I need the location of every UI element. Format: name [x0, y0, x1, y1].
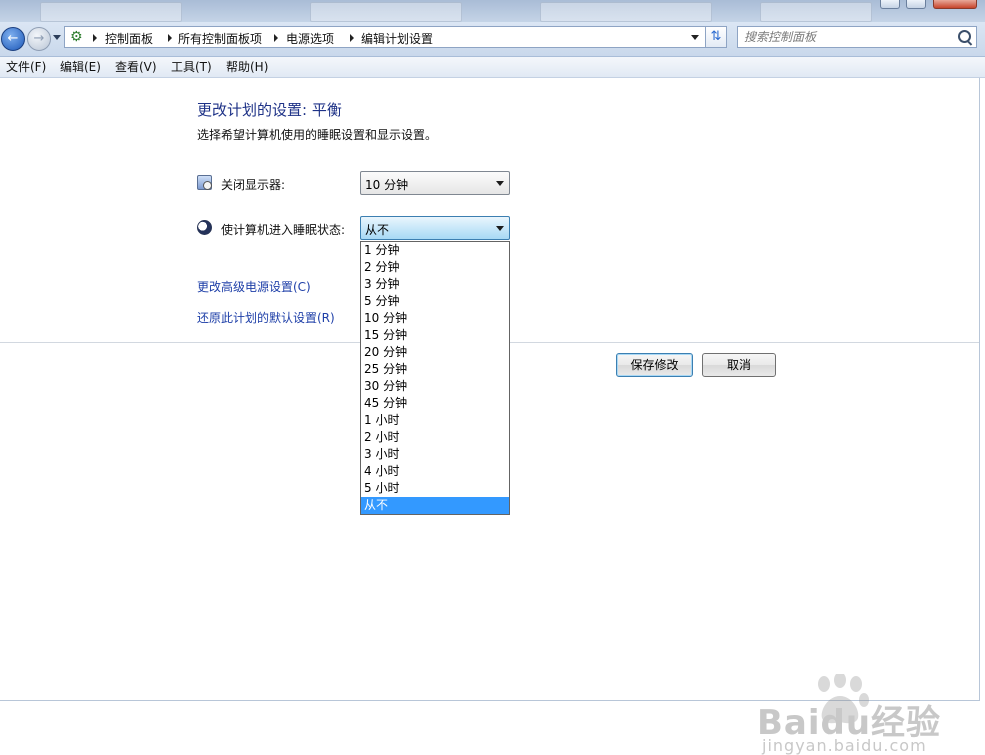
- menu-edit[interactable]: 编辑(E): [60, 59, 101, 75]
- menu-bar: 文件(F) 编辑(E) 查看(V) 工具(T) 帮助(H): [0, 57, 985, 78]
- sleep-option[interactable]: 20 分钟: [361, 344, 509, 361]
- sleep-option[interactable]: 5 分钟: [361, 293, 509, 310]
- advanced-power-settings-link[interactable]: 更改高级电源设置(C): [197, 278, 311, 295]
- background-window-tab[interactable]: [760, 2, 872, 22]
- breadcrumb-item[interactable]: 控制面板: [105, 30, 153, 47]
- display-off-value: 10 分钟: [365, 178, 409, 192]
- back-button[interactable]: ←: [1, 27, 25, 51]
- maximize-button[interactable]: [906, 0, 926, 9]
- sleep-option[interactable]: 1 分钟: [361, 242, 509, 259]
- sleep-option[interactable]: 从不: [361, 497, 509, 514]
- breadcrumb-item[interactable]: 编辑计划设置: [361, 30, 433, 47]
- display-off-label: 关闭显示器:: [221, 178, 286, 192]
- sleep-option[interactable]: 3 分钟: [361, 276, 509, 293]
- refresh-button[interactable]: ⇅: [705, 26, 727, 48]
- refresh-icon: ⇅: [710, 29, 722, 44]
- page-title: 更改计划的设置: 平衡: [197, 101, 342, 119]
- sleep-option[interactable]: 2 分钟: [361, 259, 509, 276]
- sleep-option[interactable]: 3 小时: [361, 446, 509, 463]
- address-history-chevron-icon[interactable]: [691, 35, 699, 40]
- background-window-tab[interactable]: [40, 2, 182, 22]
- sleep-dropdown-list: 1 分钟 2 分钟 3 分钟 5 分钟 10 分钟 15 分钟 20 分钟 25 分钟 30 分…: [360, 241, 510, 515]
- search-input[interactable]: [744, 29, 949, 45]
- recent-pages-chevron-icon[interactable]: [53, 35, 61, 40]
- menu-view[interactable]: 查看(V): [115, 59, 157, 75]
- control-panel-icon: ⚙: [70, 29, 83, 45]
- sleep-option[interactable]: 5 小时: [361, 480, 509, 497]
- sleep-option[interactable]: 4 小时: [361, 463, 509, 480]
- chevron-down-icon: [496, 226, 504, 231]
- menu-help[interactable]: 帮助(H): [226, 59, 268, 75]
- sleep-option[interactable]: 15 分钟: [361, 327, 509, 344]
- search-icon[interactable]: [958, 30, 971, 43]
- breadcrumb-item[interactable]: 电源选项: [286, 30, 334, 47]
- address-bar: ← → ⚙ 控制面板 所有控制面板项 电源选项 编辑计划设置 ⇅: [0, 22, 985, 57]
- sleep-option[interactable]: 30 分钟: [361, 378, 509, 395]
- cancel-button[interactable]: 取消: [702, 353, 776, 377]
- menu-file[interactable]: 文件(F): [6, 59, 46, 75]
- background-window-tab[interactable]: [310, 2, 462, 22]
- save-button[interactable]: 保存修改: [616, 353, 693, 377]
- close-button[interactable]: [933, 0, 977, 9]
- monitor-power-icon: [197, 175, 212, 190]
- breadcrumb-separator-icon[interactable]: [274, 34, 278, 42]
- moon-sleep-icon: [197, 220, 212, 235]
- sleep-option[interactable]: 1 小时: [361, 412, 509, 429]
- minimize-button[interactable]: [880, 0, 900, 9]
- sleep-label: 使计算机进入睡眠状态:: [221, 223, 346, 237]
- search-box[interactable]: [737, 26, 977, 48]
- menu-tools[interactable]: 工具(T): [171, 59, 212, 75]
- sleep-option[interactable]: 25 分钟: [361, 361, 509, 378]
- taskbar-strip: [0, 0, 985, 22]
- breadcrumb-separator-icon[interactable]: [93, 34, 97, 42]
- sleep-option[interactable]: 2 小时: [361, 429, 509, 446]
- breadcrumb-item[interactable]: 所有控制面板项: [178, 30, 262, 47]
- sleep-option[interactable]: 45 分钟: [361, 395, 509, 412]
- sleep-select[interactable]: 从不: [360, 216, 510, 240]
- forward-button[interactable]: →: [27, 27, 51, 51]
- breadcrumb-separator-icon[interactable]: [168, 34, 172, 42]
- restore-defaults-link[interactable]: 还原此计划的默认设置(R): [197, 309, 335, 326]
- watermark-url: jingyan.baidu.com: [762, 736, 927, 755]
- page-subtitle: 选择希望计算机使用的睡眠设置和显示设置。: [197, 128, 438, 142]
- sleep-value: 从不: [365, 223, 390, 237]
- chevron-down-icon: [496, 181, 504, 186]
- arrow-left-icon: ←: [7, 31, 19, 46]
- sleep-option[interactable]: 10 分钟: [361, 310, 509, 327]
- arrow-right-icon: →: [33, 31, 45, 46]
- display-off-select[interactable]: 10 分钟: [360, 171, 510, 195]
- background-window-tab[interactable]: [540, 2, 712, 22]
- breadcrumb-separator-icon[interactable]: [350, 34, 354, 42]
- breadcrumb[interactable]: ⚙ 控制面板 所有控制面板项 电源选项 编辑计划设置: [64, 26, 726, 48]
